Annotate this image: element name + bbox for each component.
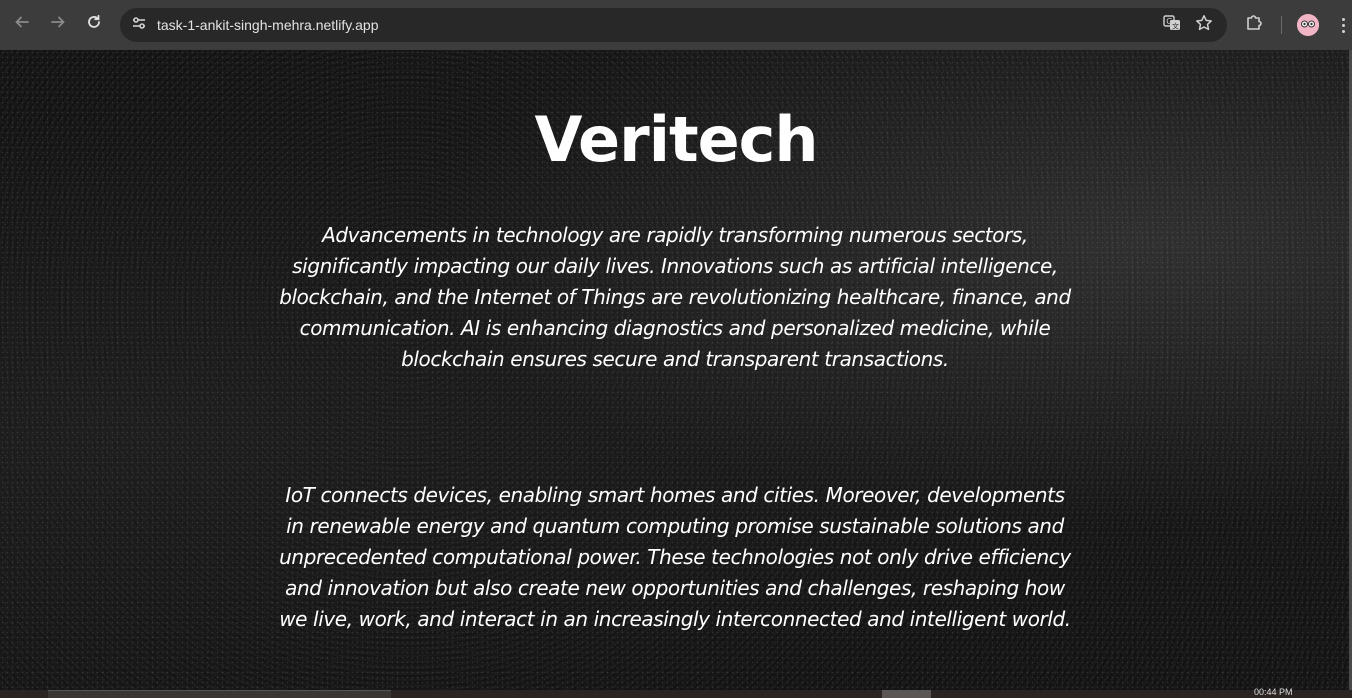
back-button[interactable] xyxy=(8,10,36,38)
star-icon xyxy=(1195,14,1213,36)
translate-icon: G文 xyxy=(1163,14,1181,36)
intro-paragraph: Advancements in technology are rapidly t… xyxy=(279,223,1071,371)
translate-button[interactable]: G文 xyxy=(1162,15,1182,35)
svg-text:文: 文 xyxy=(1172,22,1179,31)
forward-button[interactable] xyxy=(44,10,72,38)
address-bar[interactable]: task-1-ankit-singh-mehra.netlify.app G文 xyxy=(120,8,1227,42)
bookmark-button[interactable] xyxy=(1194,15,1214,35)
url-text[interactable]: task-1-ankit-singh-mehra.netlify.app xyxy=(157,16,379,34)
taskbar-clock: 00:44 PM xyxy=(1254,687,1293,697)
browser-toolbar: task-1-ankit-singh-mehra.netlify.app G文 xyxy=(0,0,1352,50)
puzzle-icon xyxy=(1244,12,1264,36)
arrow-right-icon xyxy=(50,14,66,35)
more-vertical-icon[interactable] xyxy=(1336,14,1350,36)
tune-icon xyxy=(131,15,147,35)
taskbar-window[interactable] xyxy=(48,690,391,698)
taskbar: 00:44 PM xyxy=(0,687,1352,698)
arrow-left-icon xyxy=(14,14,30,35)
second-paragraph: IoT connects devices, enabling smart hom… xyxy=(279,483,1071,631)
reload-button[interactable] xyxy=(80,10,108,38)
site-info-button[interactable] xyxy=(129,15,149,35)
toolbar-divider xyxy=(1281,16,1282,34)
reload-icon xyxy=(86,14,102,35)
page-title: Veritech xyxy=(534,103,818,176)
taskbar-active-app[interactable] xyxy=(882,690,931,698)
extensions-button[interactable] xyxy=(1243,13,1265,35)
page-viewport: Veritech Advancements in technology are … xyxy=(0,50,1352,690)
avatar[interactable] xyxy=(1297,14,1319,36)
